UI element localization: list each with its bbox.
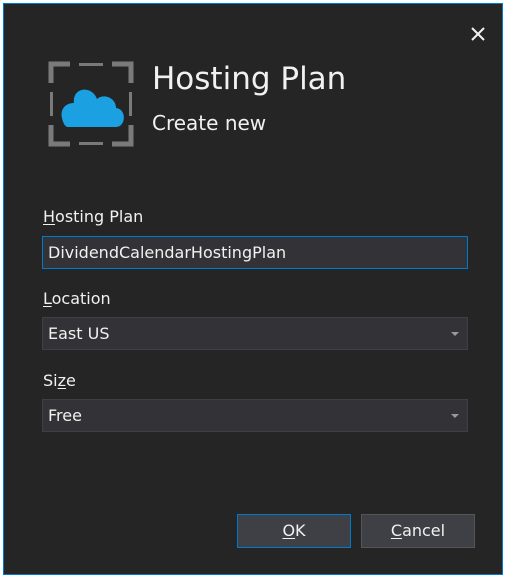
close-button[interactable] <box>468 24 488 44</box>
hosting-plan-input[interactable] <box>42 236 468 269</box>
dialog-title: Hosting Plan <box>152 61 347 97</box>
hosting-plan-dialog: Hosting Plan Create new Hosting Plan Loc… <box>3 3 503 575</box>
dropdown-arrow-icon <box>451 332 459 336</box>
ok-button[interactable]: OK <box>237 514 351 548</box>
dialog-subtitle: Create new <box>152 111 267 135</box>
size-value: Free <box>48 406 82 425</box>
close-icon <box>471 27 485 41</box>
hosting-plan-label: Hosting Plan <box>43 207 144 226</box>
cancel-button[interactable]: Cancel <box>361 514 475 548</box>
size-label: Size <box>43 371 76 390</box>
location-value: East US <box>48 324 110 343</box>
location-label: Location <box>43 289 111 308</box>
location-select[interactable]: East US <box>42 317 468 350</box>
cloud-frame-icon <box>48 61 134 147</box>
size-select[interactable]: Free <box>42 399 468 432</box>
dropdown-arrow-icon <box>451 414 459 418</box>
